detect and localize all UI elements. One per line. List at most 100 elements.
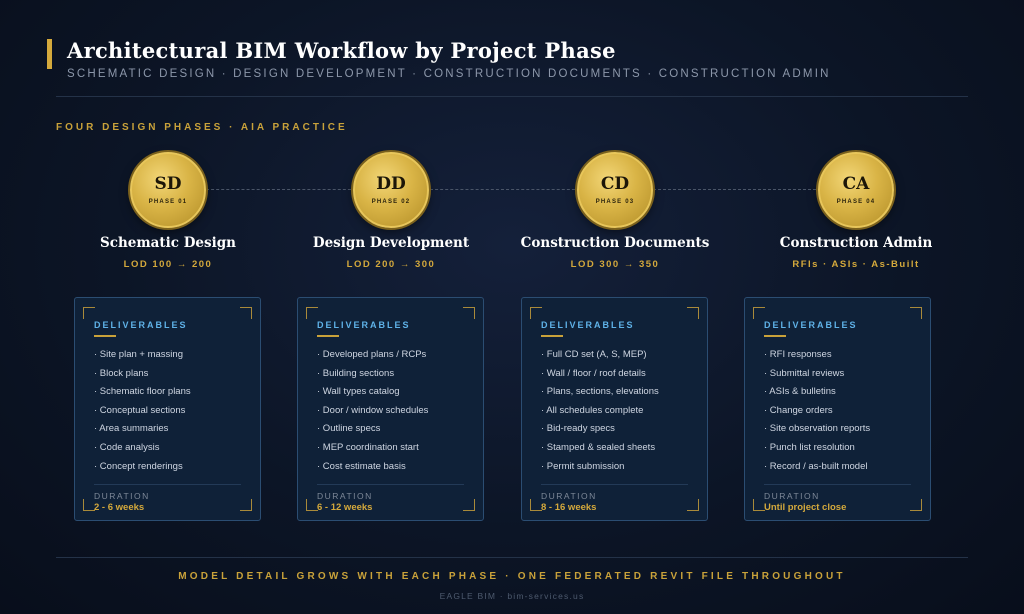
list-item: · ASIs & bulletins (764, 386, 836, 398)
corner-bracket (753, 307, 765, 319)
list-item: · Bid-ready specs (541, 423, 615, 435)
list-item: · Conceptual sections (94, 404, 186, 416)
deliverables-heading: DELIVERABLES (94, 320, 188, 330)
phase-name: Construction Documents (520, 235, 710, 251)
list-item: · Permit submission (541, 460, 625, 472)
deliverables-list: · RFI responses · Submittal reviews · AS… (764, 346, 870, 476)
heading-underline (317, 335, 339, 337)
list-item: · Door / window schedules (317, 404, 429, 416)
phase-abbreviation: CD (600, 173, 630, 194)
deliverables-card-ca: DELIVERABLES · RFI responses · Submittal… (744, 297, 931, 521)
phase-header-sd: SD PHASE 01 Schematic Design LOD 100 → 2… (58, 152, 278, 270)
corner-bracket (463, 307, 475, 319)
corner-bracket (530, 307, 542, 319)
duration-value: 8 - 16 weeks (541, 502, 597, 513)
list-item: · Code analysis (94, 441, 160, 453)
corner-bracket (910, 499, 922, 511)
phase-medal: SD PHASE 01 (130, 152, 206, 228)
card-divider (541, 484, 688, 485)
phase-number: PHASE 01 (148, 198, 188, 205)
title-accent-bar (47, 39, 52, 69)
duration-label: DURATION (317, 491, 373, 501)
phase-name: Schematic Design (100, 235, 236, 251)
duration-value: 2 - 6 weeks (94, 502, 145, 513)
corner-bracket (240, 307, 252, 319)
list-item: · Building sections (317, 367, 395, 379)
list-item: · Block plans (94, 367, 149, 379)
deliverables-heading: DELIVERABLES (317, 320, 411, 330)
page-title: Architectural BIM Workflow by Project Ph… (67, 38, 616, 63)
corner-bracket (83, 307, 95, 319)
list-item: · Punch list resolution (764, 441, 855, 453)
list-item: · Plans, sections, elevations (541, 386, 659, 398)
deliverables-card-sd: DELIVERABLES · Site plan + massing · Blo… (74, 297, 261, 521)
phase-name: Design Development (312, 235, 470, 251)
phase-lod: LOD 100 → 200 (123, 259, 213, 270)
card-divider (764, 484, 911, 485)
corner-bracket (687, 307, 699, 319)
list-item: · Site observation reports (764, 423, 871, 435)
corner-bracket (910, 307, 922, 319)
list-item: · Developed plans / RCPs (317, 349, 427, 360)
footer-credit: EAGLE BIM · bim-services.us (439, 591, 585, 601)
duration-label: DURATION (764, 491, 820, 501)
corner-bracket (687, 499, 699, 511)
corner-bracket (240, 499, 252, 511)
phase-number: PHASE 02 (371, 198, 411, 205)
deliverables-card-cd: DELIVERABLES · Full CD set (A, S, MEP) ·… (521, 297, 708, 521)
phase-number: PHASE 03 (595, 198, 635, 205)
phase-abbreviation: DD (376, 173, 406, 194)
duration-value: 6 - 12 weeks (317, 502, 373, 513)
phase-lod: LOD 300 → 350 (570, 259, 660, 270)
list-item: · Schematic floor plans (94, 386, 191, 398)
phase-medal: CD PHASE 03 (577, 152, 653, 228)
list-item: · Full CD set (A, S, MEP) (541, 349, 647, 360)
phase-number: PHASE 04 (836, 198, 876, 205)
list-item: · Site plan + massing (94, 349, 183, 360)
list-item: · Record / as-built model (764, 460, 868, 472)
phase-medal: DD PHASE 02 (353, 152, 429, 228)
deliverables-list: · Full CD set (A, S, MEP) · Wall / floor… (541, 346, 659, 476)
phase-abbreviation: SD (154, 173, 182, 194)
list-item: · MEP coordination start (317, 441, 419, 453)
duration-label: DURATION (541, 491, 597, 501)
heading-underline (764, 335, 786, 337)
page-subtitle: SCHEMATIC DESIGN · DESIGN DEVELOPMENT · … (67, 68, 831, 80)
list-item: · Submittal reviews (764, 367, 845, 379)
heading-underline (94, 335, 116, 337)
list-item: · Outline specs (317, 423, 381, 435)
phase-header-dd: DD PHASE 02 Design Development LOD 200 →… (281, 152, 501, 270)
phase-lod: LOD 200 → 300 (346, 259, 436, 270)
deliverables-list: · Site plan + massing · Block plans · Sc… (94, 346, 191, 476)
list-item: · Area summaries (94, 423, 169, 435)
corner-bracket (306, 307, 318, 319)
phase-abbreviation: CA (842, 173, 870, 194)
footer-divider (56, 557, 968, 558)
list-item: · Stamped & sealed sheets (541, 441, 656, 453)
footer-tagline: MODEL DETAIL GROWS WITH EACH PHASE · ONE… (178, 571, 846, 582)
list-item: · Wall / floor / roof details (541, 367, 646, 379)
list-item: · Wall types catalog (317, 386, 400, 398)
duration-value: Until project close (764, 502, 847, 513)
card-divider (94, 484, 241, 485)
deliverables-list: · Developed plans / RCPs · Building sect… (317, 346, 428, 476)
corner-bracket (463, 499, 475, 511)
list-item: · RFI responses (764, 349, 832, 360)
phase-header-ca: CA PHASE 04 Construction Admin RFIs · AS… (746, 152, 966, 270)
header-divider (56, 96, 968, 97)
duration-label: DURATION (94, 491, 150, 501)
list-item: · Cost estimate basis (317, 460, 406, 472)
phase-lod: RFIs · ASIs · As-Built (792, 259, 920, 270)
deliverables-heading: DELIVERABLES (541, 320, 635, 330)
section-label: FOUR DESIGN PHASES · AIA PRACTICE (56, 122, 348, 133)
card-divider (317, 484, 464, 485)
phase-name: Construction Admin (779, 235, 933, 251)
deliverables-heading: DELIVERABLES (764, 320, 858, 330)
phase-medal: CA PHASE 04 (818, 152, 894, 228)
deliverables-card-dd: DELIVERABLES · Developed plans / RCPs · … (297, 297, 484, 521)
list-item: · Concept renderings (94, 460, 183, 472)
phase-header-cd: CD PHASE 03 Construction Documents LOD 3… (505, 152, 725, 270)
list-item: · Change orders (764, 404, 833, 416)
heading-underline (541, 335, 563, 337)
list-item: · All schedules complete (541, 404, 644, 416)
